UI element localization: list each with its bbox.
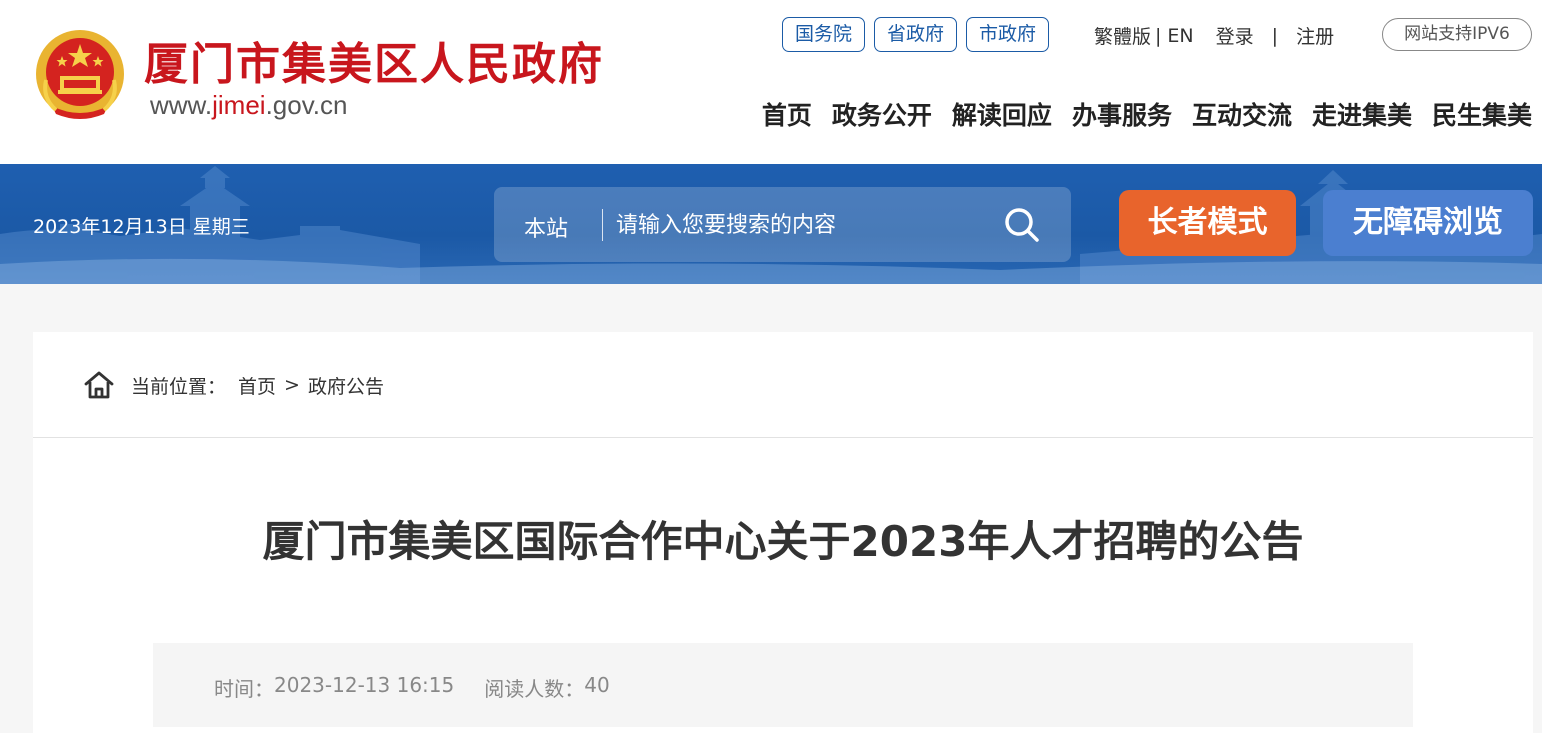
nav-interaction[interactable]: 互动交流 bbox=[1192, 96, 1292, 132]
domain-highlight: jimei bbox=[212, 90, 266, 120]
nav-livelihood[interactable]: 民生集美 bbox=[1432, 96, 1532, 132]
login-link[interactable]: 登录 bbox=[1216, 22, 1254, 49]
current-date: 2023年12月13日 星期三 bbox=[33, 216, 250, 238]
province-gov-link[interactable]: 省政府 bbox=[874, 17, 958, 52]
ipv6-badge: 网站支持IPV6 bbox=[1382, 18, 1532, 51]
state-council-link[interactable]: 国务院 bbox=[782, 17, 866, 52]
gov-links: 国务院 省政府 市政府 bbox=[782, 17, 1050, 52]
breadcrumb-current[interactable]: 政府公告 bbox=[308, 372, 384, 399]
nav-about-jimei[interactable]: 走进集美 bbox=[1312, 96, 1412, 132]
nav-gov-affairs[interactable]: 政务公开 bbox=[832, 96, 932, 132]
accessible-browse-button[interactable]: 无障碍浏览 bbox=[1323, 190, 1533, 256]
site-header: 厦门市集美区人民政府 www.jimei.gov.cn 国务院 省政府 市政府 … bbox=[0, 0, 1542, 164]
separator: | bbox=[1271, 24, 1279, 47]
site-title: 厦门市集美区人民政府 bbox=[144, 39, 604, 90]
utility-links: 繁體版 | EN 登录 | 注册 bbox=[1094, 22, 1334, 49]
nav-interpretation[interactable]: 解读回应 bbox=[952, 96, 1052, 132]
article-title: 厦门市集美区国际合作中心关于2023年人才招聘的公告 bbox=[262, 517, 1304, 566]
time-label: 时间： bbox=[214, 677, 274, 701]
search-input[interactable] bbox=[616, 203, 986, 247]
main-nav: 首页 政务公开 解读回应 办事服务 互动交流 走进集美 民生集美 bbox=[762, 96, 1532, 132]
site-domain: www.jimei.gov.cn bbox=[150, 90, 347, 121]
reads-label: 阅读人数： bbox=[484, 677, 585, 701]
register-link[interactable]: 注册 bbox=[1296, 22, 1334, 49]
domain-suffix: .gov.cn bbox=[265, 90, 348, 120]
national-emblem-icon bbox=[36, 30, 124, 119]
banner: 2023年12月13日 星期三 本站 长者模式 无障碍浏览 bbox=[0, 164, 1542, 284]
article-meta-bar: 时间： 2023-12-13 16:15 阅读人数： 40 bbox=[153, 643, 1413, 727]
home-icon[interactable] bbox=[83, 369, 115, 401]
nav-home[interactable]: 首页 bbox=[762, 96, 812, 132]
content-card: 当前位置： 首页 > 政府公告 厦门市集美区国际合作中心关于2023年人才招聘的… bbox=[33, 332, 1533, 733]
article-meta: 时间： 2023-12-13 16:15 阅读人数： 40 bbox=[214, 673, 610, 702]
breadcrumb-home-link[interactable]: 首页 bbox=[238, 372, 276, 399]
time-value: 2023-12-13 16:15 bbox=[274, 673, 455, 697]
nav-services[interactable]: 办事服务 bbox=[1072, 96, 1172, 132]
breadcrumb: 当前位置： 首页 > 政府公告 bbox=[83, 368, 384, 402]
search-divider bbox=[602, 209, 603, 241]
search-icon[interactable] bbox=[1002, 205, 1042, 245]
separator: | bbox=[1155, 24, 1162, 47]
breadcrumb-separator: > bbox=[284, 374, 300, 396]
elder-mode-button[interactable]: 长者模式 bbox=[1119, 190, 1296, 256]
domain-prefix: www. bbox=[150, 90, 213, 120]
search-box: 本站 bbox=[494, 187, 1071, 262]
reads-value: 40 bbox=[584, 673, 610, 697]
divider bbox=[33, 437, 1533, 438]
breadcrumb-prefix: 当前位置： bbox=[131, 375, 227, 398]
traditional-chinese-link[interactable]: 繁體版 bbox=[1094, 22, 1151, 49]
english-link[interactable]: EN bbox=[1167, 25, 1193, 47]
city-gov-link[interactable]: 市政府 bbox=[966, 17, 1050, 52]
search-scope-selector[interactable]: 本站 bbox=[524, 211, 568, 243]
